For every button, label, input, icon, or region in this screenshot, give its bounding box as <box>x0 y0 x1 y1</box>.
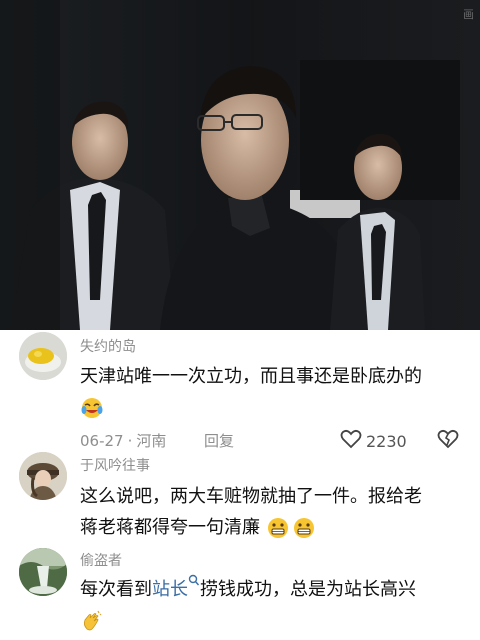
search-icon <box>188 574 200 600</box>
like-count: 2230 <box>366 431 407 451</box>
video-frame[interactable]: 画 <box>0 0 480 330</box>
comment-username[interactable]: 失约的岛 <box>80 336 136 356</box>
comment-date: 06-27 <box>80 432 124 450</box>
comment-text: 天津站唯一一次立功，而且事还是卧底办的 <box>80 361 472 423</box>
keyword-link-label: 站长 <box>152 579 188 600</box>
avatar[interactable] <box>19 332 67 380</box>
comment-text: 这么说吧，两大车赃物就抽了一件。报给老 蒋老蒋都得夸一句清廉 <box>80 481 472 543</box>
comment-username[interactable]: 偷盗者 <box>80 550 122 570</box>
dislike-button[interactable] <box>437 429 459 453</box>
comment-list: 失约的岛 天津站唯一一次立功，而且事还是卧底办的 06-27 · 河南 回复 2… <box>0 330 480 640</box>
comment-text-content: 天津站唯一一次立功，而且事还是卧底办的 <box>80 366 422 387</box>
grimace-emoji <box>266 516 290 540</box>
comment-location: 河南 <box>136 432 167 450</box>
comment-username[interactable]: 于风吟往事 <box>80 455 150 475</box>
keyword-link[interactable]: 站长 <box>152 574 200 600</box>
grimace-emoji <box>292 516 316 540</box>
reply-button[interactable]: 回复 <box>204 430 234 451</box>
video-watermark: 画 <box>463 8 474 21</box>
broken-heart-icon <box>437 429 459 453</box>
video-still-image <box>0 0 480 330</box>
laugh-cry-emoji <box>80 396 104 420</box>
comment-text-line: 蒋老蒋都得夸一句清廉 <box>80 517 260 538</box>
comment-text-line: 这么说吧，两大车赃物就抽了一件。报给老 <box>80 486 422 507</box>
clap-emoji <box>80 609 104 633</box>
comment-text-segment: 每次看到 <box>80 579 152 600</box>
comment-text: 每次看到站长 捞钱成功，总是为站长高兴 <box>80 574 472 636</box>
heart-icon <box>340 429 362 453</box>
comment-meta: 06-27 · 河南 <box>80 432 167 450</box>
avatar[interactable] <box>19 548 67 596</box>
avatar[interactable] <box>19 452 67 500</box>
comment-text-segment: 捞钱成功，总是为站长高兴 <box>200 579 416 600</box>
like-button[interactable]: 2230 <box>340 429 407 453</box>
